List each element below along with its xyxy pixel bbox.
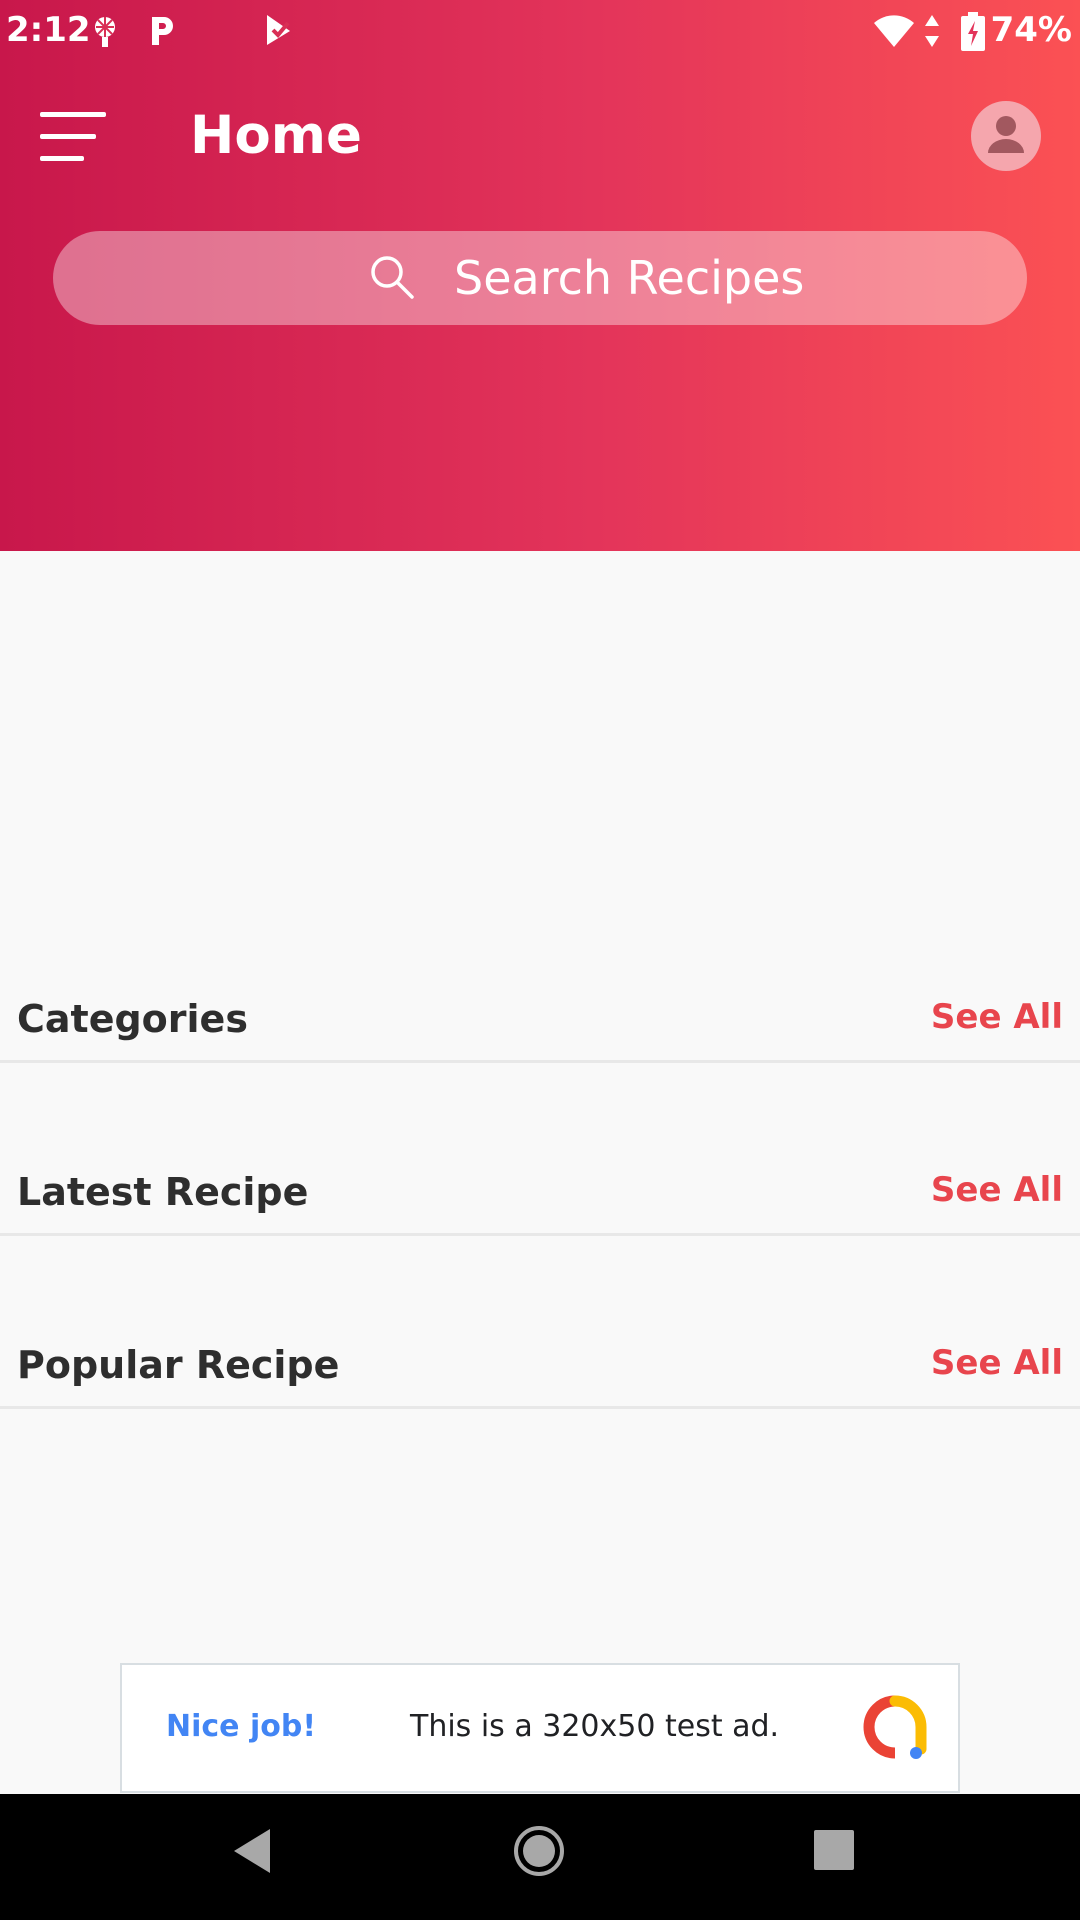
section-popular-recipe: Popular Recipe See All bbox=[0, 1236, 1080, 1409]
section-title: Popular Recipe bbox=[17, 1343, 340, 1387]
search-input[interactable]: Search Recipes bbox=[53, 231, 1027, 325]
data-arrows-icon bbox=[924, 13, 940, 53]
app-bar: Home bbox=[0, 63, 1080, 213]
section-categories: Categories See All bbox=[0, 890, 1080, 1063]
see-all-latest-link[interactable]: See All bbox=[931, 1170, 1063, 1210]
home-icon[interactable] bbox=[512, 1824, 566, 1882]
battery-percentage: 74% bbox=[990, 10, 1072, 50]
ad-text: This is a 320x50 test ad. bbox=[410, 1709, 780, 1744]
battery-charging-icon bbox=[960, 12, 986, 56]
see-all-popular-link[interactable]: See All bbox=[931, 1343, 1063, 1383]
status-time: 2:12 bbox=[6, 10, 91, 50]
ad-logo-icon bbox=[862, 1695, 928, 1761]
section-title: Categories bbox=[17, 997, 248, 1041]
section-title: Latest Recipe bbox=[17, 1170, 309, 1214]
status-bar: 2:12 74% bbox=[0, 0, 1080, 63]
wifi-icon bbox=[872, 14, 916, 52]
search-icon bbox=[369, 254, 415, 300]
user-avatar-icon[interactable] bbox=[971, 101, 1041, 171]
checkmark-app-icon bbox=[264, 13, 296, 53]
menu-icon[interactable] bbox=[38, 110, 110, 166]
back-icon[interactable] bbox=[230, 1826, 274, 1880]
see-all-categories-link[interactable]: See All bbox=[931, 997, 1063, 1037]
ad-label: Nice job! bbox=[166, 1709, 317, 1744]
section-latest-recipe: Latest Recipe See All bbox=[0, 1063, 1080, 1236]
search-placeholder: Search Recipes bbox=[454, 251, 805, 305]
system-nav-bar bbox=[0, 1794, 1080, 1920]
notification-app-icon bbox=[92, 13, 118, 53]
ad-banner[interactable]: Nice job! This is a 320x50 test ad. bbox=[120, 1663, 960, 1793]
page-title: Home bbox=[190, 105, 362, 166]
p-app-icon bbox=[148, 13, 176, 53]
recents-icon[interactable] bbox=[813, 1829, 855, 1875]
